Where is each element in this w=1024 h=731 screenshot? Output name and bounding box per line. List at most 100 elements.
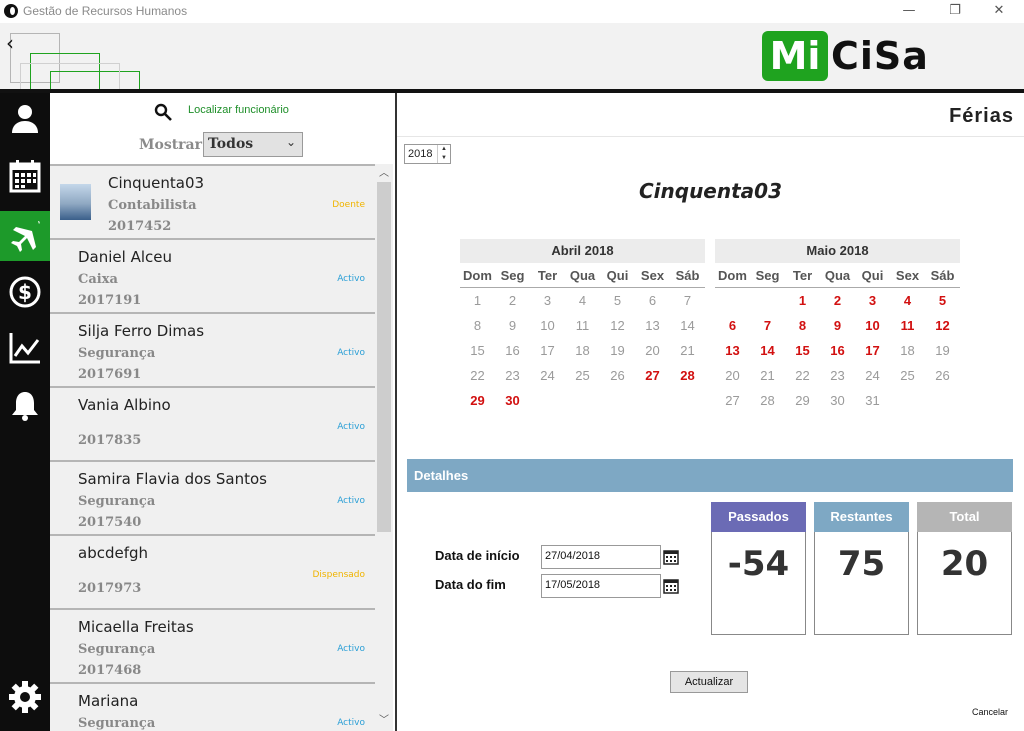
nav-calendar[interactable] [0, 151, 50, 201]
nav-user[interactable] [0, 93, 50, 143]
calendar-vacation-day[interactable]: 30 [495, 388, 530, 413]
end-date-input[interactable]: 17/05/2018 [541, 574, 661, 598]
calendar-vacation-day[interactable]: 16 [820, 338, 855, 363]
calendar-day[interactable]: 26 [925, 363, 960, 388]
calendar-vacation-day[interactable]: 14 [750, 338, 785, 363]
scroll-thumb[interactable] [377, 182, 391, 532]
employee-list[interactable]: Cinquenta03 Contabilista 2017452 Doente Dani… [50, 164, 375, 731]
calendar-day[interactable]: 31 [855, 388, 890, 413]
calendar-day[interactable]: 14 [670, 313, 705, 338]
minimize-button[interactable]: — [886, 0, 932, 23]
calendar-day[interactable]: 23 [820, 363, 855, 388]
calendar-day[interactable]: 7 [670, 288, 705, 313]
calendar-vacation-day[interactable]: 4 [890, 288, 925, 313]
calendar-vacation-day[interactable]: 17 [855, 338, 890, 363]
calendar-day[interactable]: 24 [530, 363, 565, 388]
nav-statistics[interactable] [0, 323, 50, 373]
calendar-day[interactable]: 16 [495, 338, 530, 363]
calendar-day[interactable]: 15 [460, 338, 495, 363]
calendar-day[interactable]: 17 [530, 338, 565, 363]
scroll-down-icon[interactable]: ﹀ [375, 713, 393, 729]
calendar-days[interactable]: 1 2 3 4 5 6 7 8 9 10 11 12 13 14 15 16 17 18 19 20 21 22 23 24 2… [460, 288, 705, 413]
calendar-day[interactable]: 19 [600, 338, 635, 363]
calendar-day[interactable]: 5 [600, 288, 635, 313]
calendar-day[interactable]: 21 [750, 363, 785, 388]
calendar-april[interactable]: Abril 2018 Dom Seg Ter Qua Qui Sex Sáb 1234567… [460, 239, 705, 413]
spinner-arrows-icon[interactable]: ▲ ▼ [437, 145, 450, 163]
calendar-day[interactable]: 13 [635, 313, 670, 338]
calendar-days[interactable]: 1 2 3 4 5 6 7 8 9 10 11 12 13 14 15 16 17 18 19 20 21 22 23 24 2… [715, 288, 960, 413]
calendar-day[interactable]: 18 [565, 338, 600, 363]
calendar-vacation-day[interactable]: 2 [820, 288, 855, 313]
calendar-vacation-day[interactable]: 15 [785, 338, 820, 363]
nav-salary[interactable]: $ [0, 267, 50, 317]
calendar-day[interactable]: 28 [750, 388, 785, 413]
calendar-day[interactable]: 2 [495, 288, 530, 313]
employee-card[interactable]: Cinquenta03 Contabilista 2017452 Doente [50, 164, 375, 238]
employee-card[interactable]: Samira Flavia dos Santos Segurança 2017540… [50, 460, 375, 534]
start-date-input[interactable]: 27/04/2018 [541, 545, 661, 569]
calendar-day[interactable]: 21 [670, 338, 705, 363]
calendar-day[interactable]: 22 [460, 363, 495, 388]
search-row[interactable]: Localizar funcionário [154, 103, 394, 123]
calendar-day[interactable]: 29 [785, 388, 820, 413]
calendar-vacation-day[interactable]: 13 [715, 338, 750, 363]
calendar-vacation-day[interactable]: 5 [925, 288, 960, 313]
employee-card[interactable]: Mariana Segurança Activo [50, 682, 375, 731]
calendar-vacation-day[interactable]: 11 [890, 313, 925, 338]
start-date-picker[interactable] [661, 545, 681, 569]
calendar-day[interactable]: 10 [530, 313, 565, 338]
calendar-day[interactable]: 12 [600, 313, 635, 338]
calendar-vacation-day[interactable]: 9 [820, 313, 855, 338]
employee-card[interactable]: Micaella Freitas Segurança 2017468 Activo [50, 608, 375, 682]
employee-card[interactable]: Daniel Alceu Caixa 2017191 Activo [50, 238, 375, 312]
calendar-vacation-day[interactable]: 27 [635, 363, 670, 388]
calendar-day[interactable]: 30 [820, 388, 855, 413]
calendar-day[interactable]: 19 [925, 338, 960, 363]
restore-button[interactable]: ❐ [932, 0, 978, 23]
calendar-day[interactable]: 3 [530, 288, 565, 313]
close-button[interactable]: ✕ [976, 0, 1022, 23]
employee-card[interactable]: Vania Albino 2017835 Activo [50, 386, 375, 460]
calendar-day[interactable]: 20 [715, 363, 750, 388]
search-icon[interactable] [154, 103, 172, 121]
nav-notifications[interactable] [0, 381, 50, 431]
calendar-vacation-day[interactable]: 10 [855, 313, 890, 338]
calendar-vacation-day[interactable]: 8 [785, 313, 820, 338]
year-spinner[interactable]: 2018 ▲ ▼ [404, 144, 451, 164]
calendar-day[interactable]: 6 [635, 288, 670, 313]
calendar-day[interactable]: 11 [565, 313, 600, 338]
calendar-vacation-day[interactable]: 6 [715, 313, 750, 338]
scroll-up-icon[interactable]: ︿ [375, 166, 393, 182]
calendar-day[interactable]: 25 [890, 363, 925, 388]
calendar-day[interactable]: 22 [785, 363, 820, 388]
calendar-day[interactable]: 8 [460, 313, 495, 338]
calendar-day[interactable]: 18 [890, 338, 925, 363]
calendar-vacation-day[interactable]: 12 [925, 313, 960, 338]
calendar-day[interactable]: 4 [565, 288, 600, 313]
calendar-day[interactable]: 25 [565, 363, 600, 388]
update-button[interactable]: Actualizar [670, 671, 748, 693]
end-date-picker[interactable] [661, 574, 681, 598]
calendar-vacation-day[interactable]: 3 [855, 288, 890, 313]
calendar-day[interactable]: 23 [495, 363, 530, 388]
calendar-day[interactable]: 27 [715, 388, 750, 413]
calendar-day[interactable]: 20 [635, 338, 670, 363]
employee-card[interactable]: Silja Ferro Dimas Segurança 2017691 Activo [50, 312, 375, 386]
search-employee-link[interactable]: Localizar funcionário [188, 104, 289, 116]
cancel-button[interactable]: Cancelar [972, 707, 1008, 717]
calendar-day[interactable]: 26 [600, 363, 635, 388]
calendar-may[interactable]: Maio 2018 Dom Seg Ter Qua Qui Sex Sáb 12345678… [715, 239, 960, 413]
nav-settings[interactable] [0, 672, 50, 722]
calendar-day[interactable]: 9 [495, 313, 530, 338]
calendar-day[interactable]: 24 [855, 363, 890, 388]
calendar-vacation-day[interactable]: 7 [750, 313, 785, 338]
calendar-day[interactable]: 1 [460, 288, 495, 313]
employee-card[interactable]: abcdefgh 2017973 Dispensado [50, 534, 375, 608]
calendar-vacation-day[interactable]: 29 [460, 388, 495, 413]
employee-list-scrollbar[interactable]: ︿ ﹀ [375, 164, 393, 731]
calendar-vacation-day[interactable]: 1 [785, 288, 820, 313]
calendar-vacation-day[interactable]: 28 [670, 363, 705, 388]
nav-vacation[interactable] [0, 211, 50, 261]
back-button[interactable]: ‹ [6, 33, 14, 53]
